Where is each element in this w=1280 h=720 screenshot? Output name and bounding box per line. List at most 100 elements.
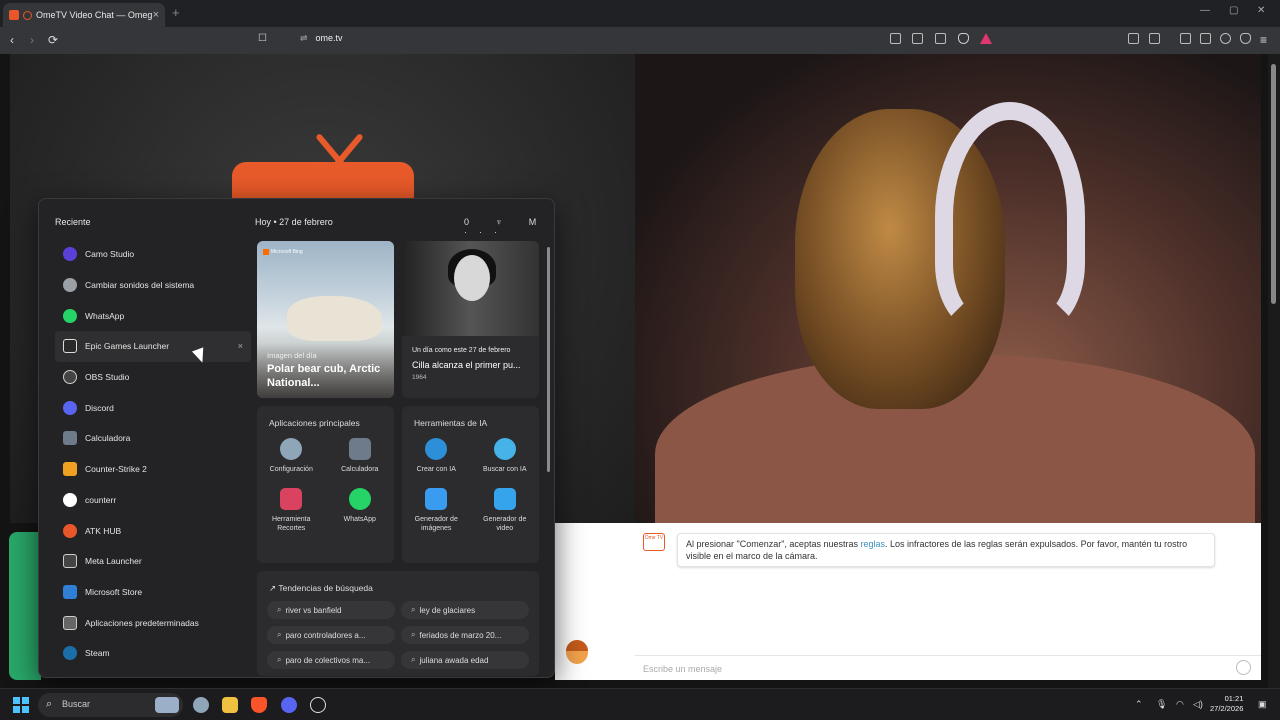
recent-item[interactable]: ATK HUB (55, 515, 251, 546)
sidebar-icon[interactable] (1180, 33, 1191, 44)
close-window-icon[interactable]: ✕ (1257, 5, 1265, 16)
settings-gear-icon (280, 438, 303, 460)
clock[interactable]: 01:21 27/2/2026 (1210, 694, 1243, 714)
minimize-icon[interactable]: — (1200, 5, 1210, 16)
new-tab-button[interactable]: + (172, 5, 180, 20)
notifications-icon[interactable]: ▣ (1258, 699, 1267, 710)
recent-item[interactable]: Aplicaciones predeterminadas (55, 607, 251, 638)
show-hidden-icons[interactable]: ⌃ (1135, 699, 1143, 710)
back-icon[interactable]: ‹ (10, 33, 14, 47)
reload-icon[interactable]: ⟳ (48, 33, 58, 47)
on-this-day-card[interactable]: Un día como este 27 de febrero Cilla alc… (402, 241, 539, 398)
forward-icon[interactable]: › (30, 33, 34, 47)
shield-icon[interactable] (958, 33, 969, 44)
whatsapp-icon (63, 308, 77, 323)
emoji-icon[interactable] (1236, 660, 1251, 675)
obs-icon[interactable] (310, 697, 326, 713)
trend-pill[interactable]: ley de glaciares (401, 601, 529, 619)
recent-item[interactable]: counterr (55, 485, 251, 516)
main-apps-card: Aplicaciones principales Configuración C… (257, 406, 394, 563)
browser-toolbar: ‹ › ⟳ ☐ ⇌ ome.tv ≡ (0, 27, 1280, 54)
clock-time: 01:21 (1224, 694, 1244, 703)
chat-input[interactable]: Escribe un mensaje (635, 655, 1261, 680)
tab-title: OmeTV Video Chat — Omeg (36, 10, 153, 20)
extensions-icon[interactable] (1128, 33, 1139, 44)
rules-link[interactable]: reglas (860, 539, 885, 549)
video-headphones (935, 102, 1085, 332)
cast-icon[interactable] (912, 33, 923, 44)
recent-item[interactable]: Microsoft Store (55, 577, 251, 608)
recent-item[interactable]: Cambiar sonidos del sistema (55, 270, 251, 301)
app-tile[interactable]: Crear con IA (402, 438, 471, 474)
today-date: 27 de febrero (279, 217, 333, 227)
recent-item[interactable]: Meta Launcher (55, 546, 251, 577)
trend-pill[interactable]: paro de colectivos ma... (267, 651, 395, 669)
microphone-icon[interactable]: 🎙 (1156, 699, 1167, 710)
brave-browser-icon[interactable] (251, 697, 267, 713)
app-label: Generador de video (483, 516, 527, 532)
share-icon[interactable] (935, 33, 946, 44)
rewards-icon[interactable] (980, 33, 992, 44)
atk-hub-icon (63, 523, 77, 538)
app-tile[interactable]: Buscar con IA (471, 438, 540, 474)
maximize-icon[interactable]: ▢ (1229, 5, 1238, 16)
settings-gear-icon[interactable] (193, 697, 209, 713)
volume-icon[interactable]: ◁) (1193, 699, 1203, 710)
image-generator-icon (425, 488, 448, 510)
app-label: Calculadora (341, 466, 379, 473)
header-actions[interactable]: 0 ♆ M ··· (464, 217, 554, 237)
browser-tab[interactable]: OmeTV Video Chat — Omeg × (3, 3, 165, 27)
app-tile[interactable]: Configuración (257, 438, 326, 474)
recent-item[interactable]: Steam (55, 638, 251, 669)
file-explorer-icon[interactable] (222, 697, 238, 713)
wallet-icon[interactable] (1200, 33, 1211, 44)
start-button[interactable] (9, 532, 41, 680)
site-settings-icon[interactable]: ⇌ (300, 33, 308, 43)
ometv-favicon-icon (9, 10, 19, 20)
recent-item[interactable]: Camo Studio (55, 239, 251, 270)
menu-icon[interactable]: ≡ (1260, 33, 1267, 47)
browser-tabbar: OmeTV Video Chat — Omeg × + — ▢ ✕ (0, 0, 1280, 27)
history-label: Un día como este 27 de febrero (412, 347, 511, 354)
windows-start-icon[interactable] (13, 697, 29, 713)
image-of-day-card[interactable]: Microsoft Bing Imagen del día Polar bear… (257, 241, 394, 398)
app-tile[interactable]: Generador de imágenes (402, 488, 471, 533)
recent-item[interactable]: Calculadora (55, 423, 251, 454)
trends-list: river vs banfield ley de glaciares paro … (267, 601, 529, 669)
address-bar[interactable]: ⇌ ome.tv (300, 33, 343, 44)
recent-item[interactable]: Epic Games Launcher × (55, 331, 251, 362)
url-text: ome.tv (315, 33, 343, 43)
app-tile[interactable]: WhatsApp (326, 488, 395, 533)
scrollbar-thumb[interactable] (1271, 64, 1276, 304)
audio-icon[interactable] (23, 10, 32, 20)
trends-title: ↗ Tendencias de búsqueda (269, 583, 373, 594)
remove-item-icon[interactable]: × (238, 341, 243, 351)
downloads-icon[interactable] (1149, 33, 1160, 44)
page-scrollbar[interactable] (1268, 54, 1280, 688)
app-tile[interactable]: Calculadora (326, 438, 395, 474)
trend-pill[interactable]: river vs banfield (267, 601, 395, 619)
image-card-caption: Imagen del día Polar bear cub, Arctic Na… (257, 343, 394, 398)
start-menu-scrollbar[interactable] (547, 247, 550, 472)
widget-icon[interactable] (155, 697, 179, 713)
discord-icon[interactable] (281, 697, 297, 713)
trend-pill[interactable]: paro controladores a... (267, 626, 395, 644)
recent-title: Reciente (55, 217, 91, 227)
app-tile[interactable]: Herramienta Recortes (257, 488, 326, 533)
app-tile[interactable]: Generador de video (471, 488, 540, 533)
vpn-icon[interactable] (1240, 33, 1251, 44)
start-menu: Reciente Camo Studio Cambiar sonidos del… (38, 198, 555, 678)
recent-list: Camo Studio Cambiar sonidos del sistema … (55, 239, 251, 669)
close-tab-icon[interactable]: × (153, 9, 159, 21)
app-label: Herramienta Recortes (271, 516, 311, 532)
trend-pill[interactable]: feriados de marzo 20... (401, 626, 529, 644)
ai-icon[interactable] (1220, 33, 1231, 44)
translate-icon[interactable] (890, 33, 901, 44)
trend-pill[interactable]: juliana awada edad (401, 651, 529, 669)
wifi-icon[interactable]: ◠ (1176, 699, 1184, 710)
recent-item[interactable]: Discord (55, 392, 251, 423)
recent-item[interactable]: Counter-Strike 2 (55, 454, 251, 485)
bookmark-icon[interactable]: ☐ (258, 33, 267, 44)
recent-item[interactable]: WhatsApp (55, 300, 251, 331)
recent-item[interactable]: OBS Studio (55, 362, 251, 393)
